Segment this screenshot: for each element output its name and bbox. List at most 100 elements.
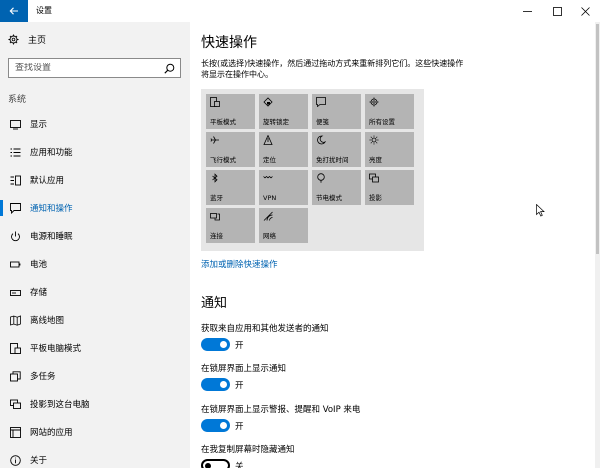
moon-icon xyxy=(317,135,326,145)
tile-bluetooth[interactable]: 蓝牙 xyxy=(206,170,255,205)
tile-label: VPN xyxy=(263,194,277,202)
tile-label: 亮度 xyxy=(369,156,382,164)
notification-icon xyxy=(9,202,21,214)
tile-label: 所有设置 xyxy=(369,118,395,126)
window-title: 设置 xyxy=(36,6,52,15)
toggle-state: 开 xyxy=(235,422,244,432)
airplane-icon xyxy=(210,136,219,144)
default-apps-icon xyxy=(10,175,21,185)
tile-quiet-hours[interactable]: 免打扰时间 xyxy=(312,132,361,167)
tile-label: 定位 xyxy=(263,156,276,164)
gear-icon xyxy=(8,34,19,45)
option-label: 在我复制屏幕时隐藏通知 xyxy=(201,445,295,455)
toggle-lock-screen-notifications[interactable] xyxy=(201,378,230,391)
tile-label: 网络 xyxy=(263,232,276,240)
notifications-title: 通知 xyxy=(201,296,228,311)
tile-airplane-mode[interactable]: 飞行模式 xyxy=(206,132,255,167)
search-input[interactable] xyxy=(15,63,163,73)
sidebar-item-storage[interactable]: 存储 xyxy=(0,282,190,302)
toggle-hide-when-duplicating[interactable] xyxy=(201,459,230,468)
group-label-system: 系统 xyxy=(8,95,27,105)
sidebar-item-notifications[interactable]: 通知和操作 xyxy=(0,198,190,218)
sidebar-item-power[interactable]: 电源和睡眠 xyxy=(0,226,190,246)
home-link[interactable]: 主页 xyxy=(8,33,46,46)
tile-project[interactable]: 投影 xyxy=(365,170,414,205)
minimize-button[interactable] xyxy=(513,0,542,22)
tile-network[interactable]: 网络 xyxy=(259,208,308,243)
tile-label: 投影 xyxy=(369,194,382,202)
scrollbar-thumb[interactable] xyxy=(596,24,599,254)
quick-actions-title: 快速操作 xyxy=(201,35,257,51)
sidebar-item-label: 电源和睡眠 xyxy=(30,232,73,242)
tile-tablet-mode[interactable]: 平板模式 xyxy=(206,94,255,129)
tile-all-settings[interactable]: 所有设置 xyxy=(365,94,414,129)
tile-label: 平板模式 xyxy=(210,118,236,126)
sidebar-item-web-apps[interactable]: 网站的应用 xyxy=(0,422,190,442)
home-label: 主页 xyxy=(28,36,47,46)
rotation-lock-icon xyxy=(263,97,273,107)
sidebar-item-display[interactable]: 显示 xyxy=(0,114,190,134)
network-icon xyxy=(263,211,273,221)
brightness-icon xyxy=(369,135,379,145)
quick-actions-description: 长按(或选择)快速操作，然后通过拖动方式来重新排列它们。这些快速操作将显示在操作… xyxy=(201,59,464,79)
tile-rotation-lock[interactable]: 旋转锁定 xyxy=(259,94,308,129)
location-icon xyxy=(263,135,273,145)
battery-saver-icon xyxy=(317,173,325,183)
tablet-mode-icon xyxy=(9,342,21,354)
close-button[interactable] xyxy=(571,0,600,22)
sidebar-item-label: 离线地图 xyxy=(30,316,65,326)
add-remove-quick-actions-link[interactable]: 添加或删除快速操作 xyxy=(201,258,278,270)
search-icon xyxy=(164,63,175,74)
toggle-state: 关 xyxy=(235,462,244,468)
sidebar-item-label: 通知和操作 xyxy=(30,204,73,214)
bluetooth-icon xyxy=(212,173,218,183)
tile-note[interactable]: 便笺 xyxy=(312,94,361,129)
sidebar-item-project[interactable]: 投影到这台电脑 xyxy=(0,394,190,414)
tile-label: 旋转锁定 xyxy=(263,118,289,126)
tile-label: 免打扰时间 xyxy=(316,156,349,164)
display-icon xyxy=(9,119,21,129)
project-icon xyxy=(369,173,379,183)
sidebar-item-label: 投影到这台电脑 xyxy=(30,400,90,410)
tile-brightness[interactable]: 亮度 xyxy=(365,132,414,167)
minimize-icon xyxy=(523,10,532,12)
multitasking-icon xyxy=(9,370,21,381)
sidebar-item-label: 电池 xyxy=(30,260,48,270)
sidebar-item-offline-maps[interactable]: 离线地图 xyxy=(0,310,190,330)
tile-label: 连接 xyxy=(210,232,223,240)
sidebar-item-multitasking[interactable]: 多任务 xyxy=(0,366,190,386)
title-bar: 设置 xyxy=(0,0,600,22)
sidebar-item-battery[interactable]: 电池 xyxy=(0,254,190,274)
maximize-button[interactable] xyxy=(543,0,572,22)
sidebar-item-tablet-mode[interactable]: 平板电脑模式 xyxy=(0,338,190,358)
tablet-mode-icon xyxy=(210,97,220,107)
toggle-app-notifications[interactable] xyxy=(201,338,230,351)
sidebar: 主页 系统 显示 应用和功能 默认应用 通知和操作 电源和睡眠 电池 存储 离线… xyxy=(0,22,190,468)
tile-vpn[interactable]: VPN xyxy=(259,170,308,205)
sidebar-item-label: 多任务 xyxy=(30,372,56,382)
sidebar-item-apps[interactable]: 应用和功能 xyxy=(0,142,190,162)
sidebar-item-label: 平板电脑模式 xyxy=(30,344,82,354)
map-icon xyxy=(9,314,21,326)
tile-label: 飞行模式 xyxy=(210,156,236,164)
connect-icon xyxy=(210,213,220,221)
tile-label: 节电模式 xyxy=(316,194,342,202)
web-apps-icon xyxy=(9,426,21,438)
maximize-icon xyxy=(553,6,562,16)
tile-connect[interactable]: 连接 xyxy=(206,208,255,243)
tile-location[interactable]: 定位 xyxy=(259,132,308,167)
tile-battery-saver[interactable]: 节电模式 xyxy=(312,170,361,205)
sidebar-item-label: 显示 xyxy=(30,120,48,130)
sidebar-item-about[interactable]: 关于 xyxy=(0,450,190,468)
sidebar-item-label: 网站的应用 xyxy=(30,428,73,438)
toggle-state: 开 xyxy=(235,381,244,391)
project-icon xyxy=(9,399,21,409)
toggle-lock-screen-alarms[interactable] xyxy=(201,419,230,432)
back-button[interactable] xyxy=(0,0,28,22)
sidebar-item-default-apps[interactable]: 默认应用 xyxy=(0,170,190,190)
main-scrollbar[interactable] xyxy=(595,22,600,468)
mouse-cursor-icon xyxy=(536,204,545,217)
sidebar-item-label: 关于 xyxy=(30,456,48,466)
option-label: 获取来自应用和其他发送者的通知 xyxy=(201,324,329,334)
search-box[interactable] xyxy=(8,58,181,78)
